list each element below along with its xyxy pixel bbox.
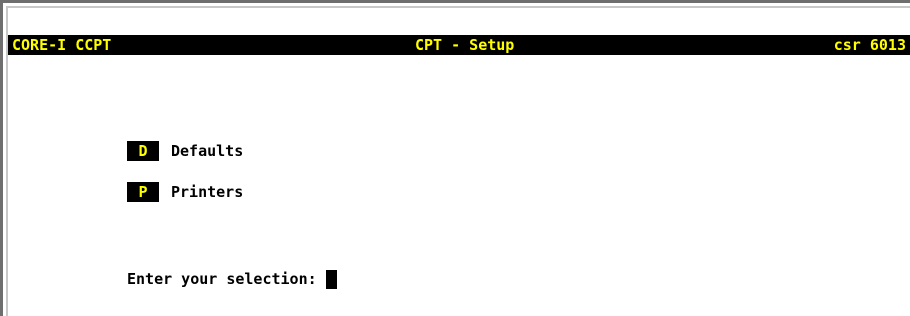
menu-item-defaults[interactable]: D Defaults: [127, 140, 243, 162]
menu-key-p[interactable]: P: [127, 182, 159, 202]
menu-label-printers: Printers: [171, 183, 244, 201]
menu-label-defaults: Defaults: [171, 142, 244, 160]
screen-id: csr 6013: [833, 36, 906, 54]
screen-title: CPT - Setup: [415, 36, 515, 54]
prompt-label: Enter your selection:: [127, 270, 317, 288]
system-name: CORE-I CCPT: [12, 36, 112, 54]
selection-input-cursor[interactable]: [325, 269, 337, 289]
menu-item-printers[interactable]: P Printers: [127, 181, 243, 203]
title-bar: CORE-I CCPT CPT - Setup csr 6013: [8, 35, 910, 55]
menu-key-d[interactable]: D: [127, 141, 159, 161]
selection-prompt: Enter your selection:: [127, 268, 337, 290]
